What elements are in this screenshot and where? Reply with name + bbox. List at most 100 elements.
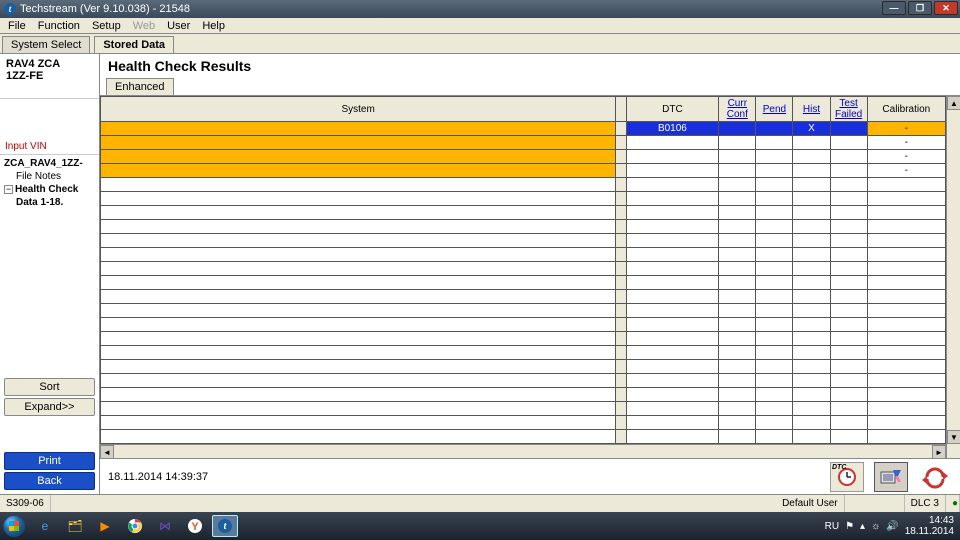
menu-file[interactable]: File (2, 20, 32, 32)
table-cell (830, 388, 867, 402)
table-row[interactable] (101, 276, 946, 290)
taskbar-app1-icon[interactable]: ⋈ (152, 515, 178, 537)
menu-user[interactable]: User (161, 20, 196, 32)
table-cell (719, 346, 756, 360)
menu-setup[interactable]: Setup (86, 20, 127, 32)
taskbar-media-icon[interactable]: ▶ (92, 515, 118, 537)
app-status-bar: S309-06 Default User DLC 3 ● (0, 494, 960, 512)
taskbar-techstream-icon[interactable]: t (212, 515, 238, 537)
table-row[interactable] (101, 430, 946, 444)
vertical-scrollbar[interactable]: ▲ ▼ (946, 96, 960, 458)
table-cell (101, 374, 616, 388)
tray-chevron-icon[interactable]: ▴ (860, 521, 865, 532)
col-test-failed-link[interactable]: Test Failed (835, 98, 862, 120)
col-dtc[interactable]: DTC (626, 97, 719, 122)
table-row[interactable]: - (101, 150, 946, 164)
table-cell (756, 332, 793, 346)
table-row[interactable]: B0106X- (101, 122, 946, 136)
tray-lang[interactable]: RU (825, 521, 839, 532)
table-row[interactable] (101, 220, 946, 234)
table-row[interactable] (101, 206, 946, 220)
table-row[interactable] (101, 360, 946, 374)
table-cell (756, 360, 793, 374)
table-cell (626, 346, 719, 360)
scroll-right-icon[interactable]: ► (932, 445, 946, 458)
table-row[interactable] (101, 178, 946, 192)
menu-function[interactable]: Function (32, 20, 86, 32)
erase-button[interactable] (874, 462, 908, 492)
tree-root[interactable]: ZCA_RAV4_1ZZ- (0, 157, 99, 170)
table-cell (867, 290, 945, 304)
table-row[interactable] (101, 318, 946, 332)
table-cell (719, 206, 756, 220)
sort-button[interactable]: Sort (4, 378, 95, 396)
tab-system-select[interactable]: System Select (2, 36, 90, 53)
print-button[interactable]: Print (4, 452, 95, 470)
tray-clock[interactable]: 14:43 18.11.2014 (905, 515, 954, 537)
tab-stored-data[interactable]: Stored Data (94, 36, 174, 53)
table-cell (867, 430, 945, 444)
table-cell (867, 360, 945, 374)
table-row[interactable] (101, 346, 946, 360)
tree-health-check[interactable]: −Health Check (0, 183, 99, 196)
table-row[interactable]: - (101, 164, 946, 178)
table-cell (616, 136, 626, 150)
start-button[interactable] (0, 512, 28, 540)
col-hist-link[interactable]: Hist (803, 104, 820, 115)
col-pend-link[interactable]: Pend (763, 104, 786, 115)
table-row[interactable] (101, 374, 946, 388)
table-row[interactable] (101, 304, 946, 318)
table-row[interactable] (101, 262, 946, 276)
table-cell (616, 234, 626, 248)
tray-flag-icon[interactable]: ⚑ (845, 521, 854, 532)
table-row[interactable] (101, 416, 946, 430)
table-row[interactable] (101, 248, 946, 262)
dtc-clock-button[interactable]: DTC (830, 462, 864, 492)
table-row[interactable] (101, 192, 946, 206)
back-button[interactable]: Back (4, 472, 95, 490)
refresh-button[interactable] (918, 462, 952, 492)
table-row[interactable] (101, 290, 946, 304)
maximize-button[interactable]: ❐ (908, 1, 932, 15)
tree-collapse-icon[interactable]: − (4, 185, 13, 194)
scroll-down-icon[interactable]: ▼ (947, 430, 960, 444)
horizontal-scrollbar[interactable]: ◄ ► (100, 444, 946, 458)
table-row[interactable] (101, 234, 946, 248)
table-cell (719, 234, 756, 248)
expand-button[interactable]: Expand>> (4, 398, 95, 416)
table-row[interactable] (101, 332, 946, 346)
results-grid[interactable]: System DTC Curr Conf Pend Hist Test Fail… (100, 96, 946, 458)
close-button[interactable]: ✕ (934, 1, 958, 15)
table-cell (626, 304, 719, 318)
col-calibration[interactable]: Calibration (867, 97, 945, 122)
taskbar-ie-icon[interactable]: e (32, 515, 58, 537)
session-tree[interactable]: ZCA_RAV4_1ZZ- File Notes −Health Check D… (0, 155, 99, 374)
taskbar-yandex-icon[interactable]: Y (182, 515, 208, 537)
col-test-failed[interactable]: Test Failed (830, 97, 867, 122)
tab-enhanced[interactable]: Enhanced (106, 78, 174, 95)
table-cell (719, 136, 756, 150)
table-cell (867, 248, 945, 262)
table-row[interactable]: - (101, 136, 946, 150)
col-system[interactable]: System (101, 97, 616, 122)
col-hist[interactable]: Hist (793, 97, 830, 122)
taskbar-chrome-icon[interactable] (122, 515, 148, 537)
table-row[interactable] (101, 402, 946, 416)
tree-data-entry[interactable]: Data 1-18. (0, 196, 99, 209)
table-cell: X (793, 122, 830, 136)
scroll-left-icon[interactable]: ◄ (100, 445, 114, 458)
tree-file-notes[interactable]: File Notes (0, 170, 99, 183)
scroll-up-icon[interactable]: ▲ (947, 96, 960, 110)
tray-power-icon[interactable]: ☼ (871, 521, 880, 532)
table-cell (756, 318, 793, 332)
tray-volume-icon[interactable]: 🔊 (886, 521, 898, 532)
col-pend[interactable]: Pend (756, 97, 793, 122)
input-vin-link[interactable]: Input VIN (0, 139, 99, 154)
menu-help[interactable]: Help (196, 20, 231, 32)
minimize-button[interactable]: — (882, 1, 906, 15)
col-curr-conf-link[interactable]: Curr Conf (727, 98, 748, 120)
table-cell (626, 276, 719, 290)
table-row[interactable] (101, 388, 946, 402)
col-curr-conf[interactable]: Curr Conf (719, 97, 756, 122)
taskbar-explorer-icon[interactable]: 🗂 (62, 515, 88, 537)
